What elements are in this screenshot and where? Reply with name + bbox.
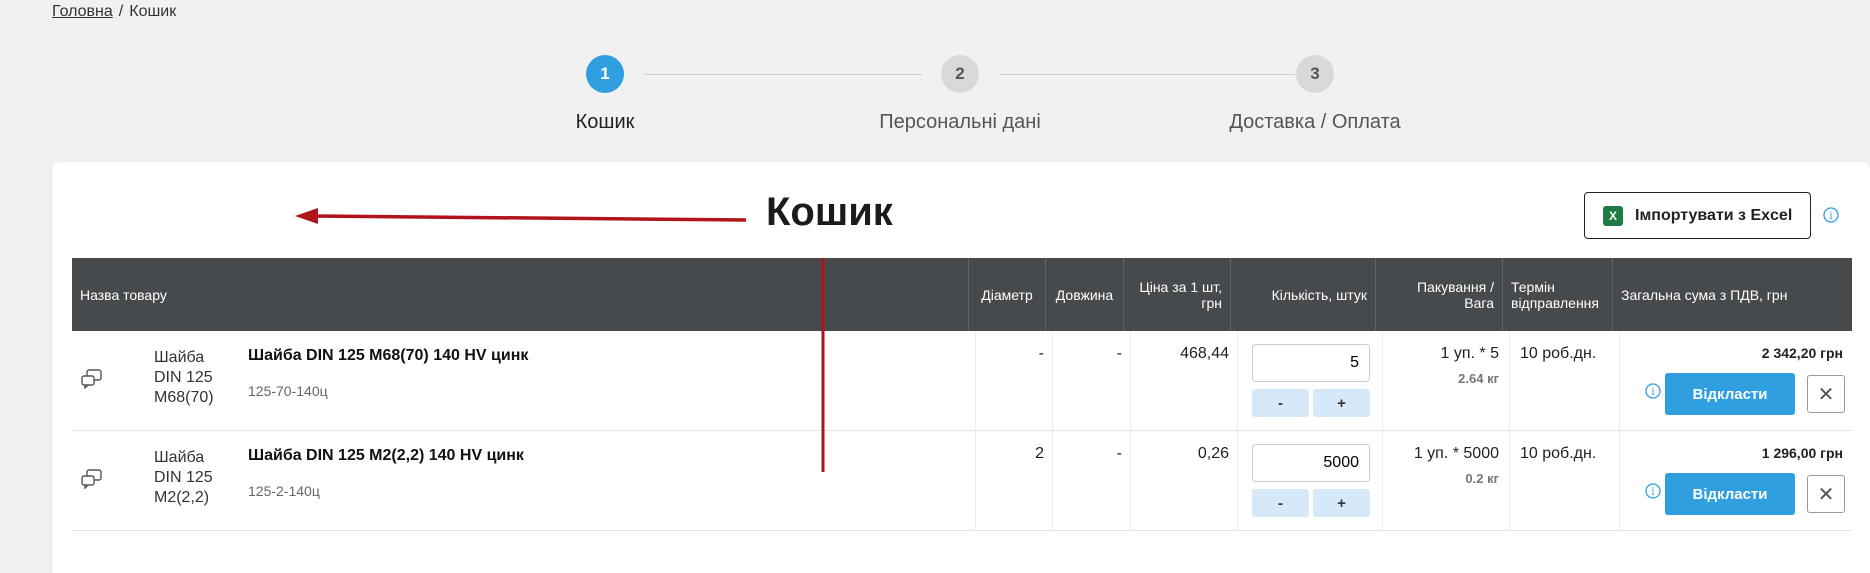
packing-cell: 1 уп. * 5000 0.2 кг	[1382, 431, 1509, 531]
product-name[interactable]: Шайба DIN 125 М68(70) 140 HV цинк	[248, 347, 528, 365]
header-term: Термін відправлення	[1502, 258, 1612, 331]
packing-value: 1 уп. * 5000	[1413, 445, 1499, 462]
import-excel-button[interactable]: X Імпортувати з Excel	[1584, 192, 1811, 239]
compare-icon[interactable]	[81, 369, 103, 389]
length-cell: -	[1052, 431, 1130, 531]
step-label: Доставка / Оплата	[1229, 111, 1401, 133]
remove-button[interactable]: ✕	[1807, 475, 1845, 513]
total-value: 1 296,00 грн	[1761, 445, 1843, 461]
price-value: 468,44	[1180, 345, 1229, 362]
table-header: Назва товару Діаметр Довжина Ціна за 1 ш…	[72, 258, 1852, 331]
term-value: 10 роб.дн.	[1520, 445, 1597, 462]
close-icon: ✕	[1817, 383, 1835, 406]
svg-text:i: i	[1651, 387, 1654, 398]
breadcrumb-current: Кошик	[129, 3, 177, 20]
quantity-increase-button[interactable]: +	[1313, 489, 1370, 517]
product-image[interactable]: Шайба DIN 125 М68(70)	[154, 348, 216, 412]
breadcrumb-home-link[interactable]: Головна	[52, 3, 113, 20]
step-number: 3	[1296, 55, 1334, 93]
diameter-cell: 2	[975, 431, 1052, 531]
packing-cell: 1 уп. * 5 2.64 кг	[1382, 331, 1509, 431]
info-icon[interactable]: i	[1645, 483, 1661, 499]
quantity-cell: - +	[1237, 331, 1382, 431]
price-cell: 468,44	[1130, 331, 1237, 431]
diameter-value: 2	[1035, 445, 1044, 462]
table-row: Шайба DIN 125 М68(70) Шайба DIN 125 М68(…	[72, 331, 1852, 431]
price-value: 0,26	[1197, 445, 1229, 462]
step-cart[interactable]: 1 Кошик	[455, 55, 755, 134]
header-length: Довжина	[1045, 258, 1123, 331]
svg-text:i: i	[1829, 211, 1832, 222]
excel-icon: X	[1603, 205, 1623, 226]
header-price: Ціна за 1 шт, грн	[1123, 258, 1230, 331]
import-excel-label: Імпортувати з Excel	[1635, 206, 1793, 224]
product-code: 125-70-140ц	[248, 383, 328, 399]
header-quantity: Кількість, штук	[1230, 258, 1375, 331]
quantity-decrease-button[interactable]: -	[1252, 389, 1309, 417]
defer-button[interactable]: Відкласти	[1665, 473, 1795, 515]
quantity-increase-button[interactable]: +	[1313, 389, 1370, 417]
weight-value: 2.64 кг	[1458, 371, 1499, 386]
table-row: Шайба DIN 125 М2(2,2) Шайба DIN 125 М2(2…	[72, 431, 1852, 531]
diameter-value: -	[1038, 345, 1044, 362]
quantity-decrease-button[interactable]: -	[1252, 489, 1309, 517]
length-value: -	[1116, 445, 1122, 462]
total-cell: 2 342,20 грн i Відкласти ✕	[1619, 331, 1852, 431]
term-cell: 10 роб.дн.	[1509, 331, 1619, 431]
quantity-input[interactable]	[1252, 444, 1370, 482]
total-cell: 1 296,00 грн i Відкласти ✕	[1619, 431, 1852, 531]
step-label: Кошик	[575, 111, 635, 133]
close-icon: ✕	[1817, 483, 1835, 506]
length-value: -	[1116, 345, 1122, 362]
diameter-cell: -	[975, 331, 1052, 431]
header-diameter: Діаметр	[968, 258, 1045, 331]
cart-card: Кошик X Імпортувати з Excel i Назва това…	[52, 162, 1870, 573]
product-image[interactable]: Шайба DIN 125 М2(2,2)	[154, 448, 216, 512]
breadcrumb: Головна / Кошик	[52, 3, 176, 21]
term-value: 10 роб.дн.	[1520, 345, 1597, 362]
product-name[interactable]: Шайба DIN 125 М2(2,2) 140 HV цинк	[248, 447, 524, 465]
compare-icon[interactable]	[81, 469, 103, 489]
total-value: 2 342,20 грн	[1761, 345, 1843, 361]
packing-value: 1 уп. * 5	[1440, 345, 1499, 362]
page-title: Кошик	[766, 190, 893, 234]
info-icon[interactable]: i	[1645, 383, 1661, 399]
length-cell: -	[1052, 331, 1130, 431]
header-name: Назва товару	[80, 286, 167, 303]
info-icon[interactable]: i	[1823, 207, 1839, 223]
checkout-steps: 1 Кошик 2 Персональні дані 3 Доставка / …	[0, 55, 1870, 145]
price-cell: 0,26	[1130, 431, 1237, 531]
quantity-cell: - +	[1237, 431, 1382, 531]
header-packing: Пакування / Вага	[1375, 258, 1502, 331]
step-number: 1	[586, 55, 624, 93]
header-total: Загальна сума з ПДВ, грн	[1612, 258, 1852, 331]
weight-value: 0.2 кг	[1465, 471, 1499, 486]
term-cell: 10 роб.дн.	[1509, 431, 1619, 531]
breadcrumb-separator: /	[118, 3, 124, 20]
product-code: 125-2-140ц	[248, 483, 320, 499]
svg-text:i: i	[1651, 487, 1654, 498]
step-label: Персональні дані	[879, 111, 1041, 133]
step-personal-data[interactable]: 2 Персональні дані	[810, 55, 1110, 134]
defer-button[interactable]: Відкласти	[1665, 373, 1795, 415]
quantity-input[interactable]	[1252, 344, 1370, 382]
step-delivery-payment[interactable]: 3 Доставка / Оплата	[1165, 55, 1465, 134]
step-number: 2	[941, 55, 979, 93]
remove-button[interactable]: ✕	[1807, 375, 1845, 413]
